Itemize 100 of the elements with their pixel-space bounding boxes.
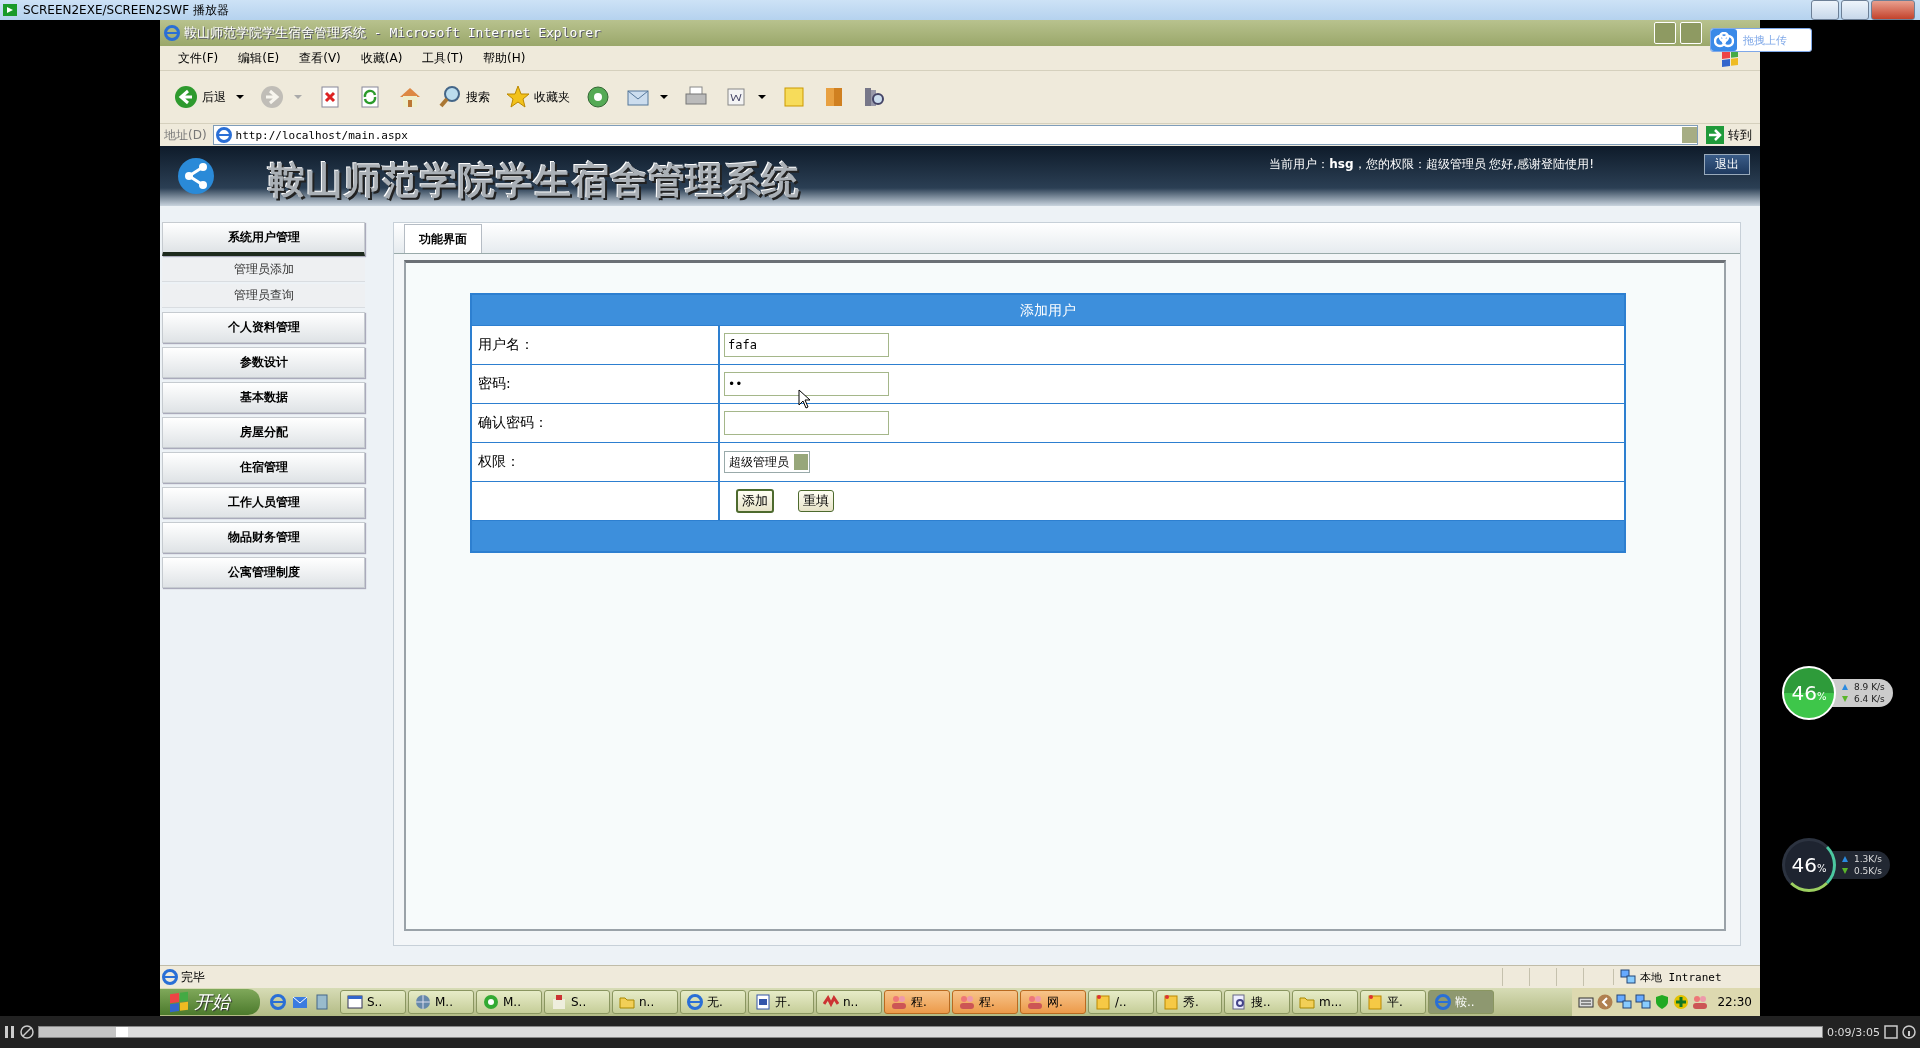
taskbar-button[interactable]: n.. — [612, 990, 678, 1014]
plus-icon[interactable] — [1673, 994, 1690, 1010]
input-field[interactable] — [724, 411, 889, 435]
document-icon — [755, 994, 771, 1010]
chevron-icon[interactable] — [1597, 994, 1614, 1010]
sidebar-item[interactable]: 物品财务管理 — [162, 522, 365, 553]
sidebar-item[interactable]: 参数设计 — [162, 347, 365, 378]
taskbar-button[interactable]: 程. — [884, 990, 950, 1014]
menu-item[interactable]: 帮助(H) — [473, 49, 536, 67]
toolbar-button[interactable]: 搜索 — [432, 82, 496, 112]
sidebar-item[interactable]: 系统用户管理 — [162, 222, 365, 256]
taskbar-button[interactable]: 无. — [680, 990, 746, 1014]
taskbar-button[interactable]: 开. — [748, 990, 814, 1014]
windows-logo-icon — [170, 991, 188, 1013]
browser-icon — [162, 969, 178, 985]
upload-speed: 8.9 K/s — [1854, 682, 1885, 692]
app-icon — [2, 3, 18, 17]
input-field[interactable]: fafa — [724, 333, 889, 357]
toolbar-button[interactable]: 后退 — [168, 82, 232, 112]
close-button[interactable] — [1871, 0, 1915, 20]
taskbar-button[interactable]: 程. — [952, 990, 1018, 1014]
menu-item[interactable]: 编辑(E) — [228, 49, 290, 67]
upload-speed: 1.3K/s — [1854, 854, 1882, 864]
taskbar-button[interactable]: /.. — [1088, 990, 1154, 1014]
sidebar-item[interactable]: 工作人员管理 — [162, 487, 365, 518]
form-button[interactable]: 重填 — [798, 490, 834, 512]
globe-icon — [415, 994, 431, 1010]
browser-icon[interactable] — [270, 994, 286, 1010]
cloud-icon — [1711, 29, 1737, 51]
input-field[interactable]: •• — [724, 372, 889, 396]
sidebar-item[interactable]: 房屋分配 — [162, 417, 365, 448]
taskbar-button[interactable]: S.. — [544, 990, 610, 1014]
taskbar-button[interactable]: m... — [1292, 990, 1358, 1014]
restore-button[interactable] — [1841, 0, 1869, 20]
keyboard-icon[interactable] — [1578, 994, 1595, 1010]
status-text: 完毕 — [181, 968, 205, 986]
form-title: 添加用户 — [472, 295, 1624, 325]
sidebar-subitem[interactable]: 管理员查询 — [162, 284, 365, 308]
maximize-button[interactable] — [1680, 22, 1702, 44]
caret-icon[interactable] — [758, 95, 766, 99]
taskbar-button[interactable]: 平. — [1360, 990, 1426, 1014]
users-icon — [1027, 994, 1043, 1010]
note-icon — [1163, 994, 1179, 1010]
sidebar-item[interactable]: 基本数据 — [162, 382, 365, 413]
taskbar-button[interactable]: M.. — [408, 990, 474, 1014]
upload-arrow-icon — [1842, 684, 1848, 690]
document-search-icon — [1231, 994, 1247, 1010]
menu-item[interactable]: 收藏(A) — [350, 49, 413, 67]
logout-button[interactable]: 退出 — [1704, 154, 1750, 175]
sidebar-item[interactable]: 住宿管理 — [162, 452, 365, 483]
taskbar-button[interactable]: 搜.. — [1224, 990, 1290, 1014]
go-button[interactable]: 转到 — [1702, 126, 1756, 144]
browser-icon — [1435, 994, 1451, 1010]
sidebar-item[interactable]: 个人资料管理 — [162, 312, 365, 343]
form-button[interactable]: 添加 — [736, 489, 774, 513]
playback-time: 0:09/3:05 — [1826, 1025, 1880, 1039]
taskbar-button[interactable]: 秀. — [1156, 990, 1222, 1014]
minimize-button[interactable] — [1811, 0, 1839, 20]
media-icon — [586, 85, 610, 109]
envelope-icon[interactable] — [292, 994, 308, 1010]
shield-icon[interactable] — [1654, 994, 1671, 1010]
network-icon — [1620, 969, 1636, 985]
caret-icon[interactable] — [236, 95, 244, 99]
fullscreen-icon[interactable] — [1884, 1025, 1898, 1039]
tab[interactable]: 功能界面 — [404, 224, 482, 253]
info-icon[interactable] — [1902, 1025, 1916, 1039]
pause-icon[interactable] — [4, 1025, 16, 1039]
note-icon — [782, 85, 806, 109]
menu-item[interactable]: 工具(T) — [412, 49, 474, 67]
menu-item[interactable]: 文件(F) — [168, 49, 229, 67]
go-arrow-icon — [1706, 126, 1724, 144]
stop-icon[interactable] — [20, 1025, 34, 1039]
network-icon[interactable] — [1635, 994, 1652, 1010]
taskbar-button[interactable]: S.. — [340, 990, 406, 1014]
site-title: 鞍山师范学院学生宿舍管理系统 — [268, 157, 800, 204]
refresh-icon — [358, 85, 382, 109]
taskbar-button[interactable]: n.. — [816, 990, 882, 1014]
field-label: 确认密码： — [472, 404, 720, 442]
usage-percent: 46% — [1791, 853, 1827, 877]
users-icon — [959, 994, 975, 1010]
caret-icon[interactable] — [660, 95, 668, 99]
package-icon — [551, 994, 567, 1010]
field-label: 密码: — [472, 365, 720, 403]
address-field[interactable]: http://localhost/main.aspx — [212, 125, 1698, 145]
mouse-cursor-icon — [798, 389, 812, 409]
clock: 22:30 — [1717, 995, 1752, 1009]
progress-track[interactable] — [38, 1026, 1823, 1038]
menu-item[interactable]: 查看(V) — [289, 49, 351, 67]
users-icon[interactable] — [1692, 994, 1709, 1010]
users-icon — [891, 994, 907, 1010]
select-field[interactable]: 超级管理员 — [724, 451, 810, 473]
toolbar-button[interactable]: 收藏夹 — [500, 82, 576, 112]
desktop-icon[interactable] — [314, 994, 330, 1010]
window-icon — [347, 994, 363, 1010]
network-icon[interactable] — [1616, 994, 1633, 1010]
start-button[interactable]: 开始 — [160, 989, 260, 1015]
taskbar-button[interactable]: M.. — [476, 990, 542, 1014]
taskbar-button[interactable]: 网. — [1020, 990, 1086, 1014]
sidebar-subitem[interactable]: 管理员添加 — [162, 258, 365, 282]
sidebar-item[interactable]: 公寓管理制度 — [162, 557, 365, 588]
